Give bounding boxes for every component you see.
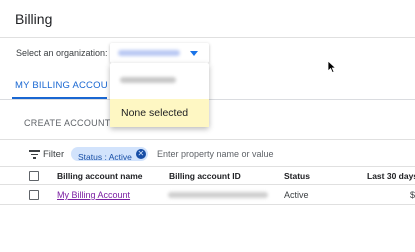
filter-bar: Filter Status : Active ✕: [0, 139, 415, 167]
filter-icon[interactable]: [29, 150, 40, 159]
row-checkbox[interactable]: [29, 190, 39, 200]
table-header-row: Billing account name Billing account ID …: [0, 167, 415, 185]
chip-label: Status : Active: [78, 152, 132, 162]
page-header: Billing: [0, 0, 415, 38]
tab-active-indicator: [12, 97, 107, 99]
menu-item-label: None selected: [121, 107, 189, 119]
org-menu-item-redacted[interactable]: [110, 63, 209, 99]
cost-cell: $: [410, 190, 415, 200]
tab-my-billing-accounts[interactable]: MY BILLING ACCOUNTS: [15, 80, 107, 91]
page-title: Billing: [15, 11, 53, 27]
column-header-cost[interactable]: Last 30 days': [367, 171, 415, 181]
column-header-name[interactable]: Billing account name: [57, 171, 143, 181]
billing-account-link[interactable]: My Billing Account: [57, 190, 130, 200]
column-header-id[interactable]: Billing account ID: [169, 171, 241, 181]
create-account-button[interactable]: CREATE ACCOUNT: [24, 118, 111, 128]
redacted-text: [120, 77, 176, 83]
filter-input[interactable]: [157, 149, 357, 159]
org-selector-label: Select an organization:: [16, 48, 108, 58]
org-menu-item-none-selected[interactable]: None selected: [110, 99, 209, 127]
chevron-down-icon: [190, 51, 198, 56]
mouse-pointer-icon: [327, 60, 337, 74]
org-selector-redacted-value: [118, 50, 180, 56]
filter-label[interactable]: Filter: [43, 149, 64, 160]
select-all-checkbox[interactable]: [29, 171, 39, 181]
column-header-status[interactable]: Status: [284, 171, 310, 181]
billing-account-id-redacted: [168, 192, 268, 198]
status-filter-chip[interactable]: Status : Active ✕: [71, 147, 148, 162]
org-dropdown-menu: None selected: [110, 63, 209, 127]
status-cell: Active: [284, 190, 309, 200]
org-selector-dropdown[interactable]: [110, 43, 209, 63]
close-icon[interactable]: ✕: [135, 149, 146, 159]
table-row: My Billing Account Active $: [0, 185, 415, 205]
